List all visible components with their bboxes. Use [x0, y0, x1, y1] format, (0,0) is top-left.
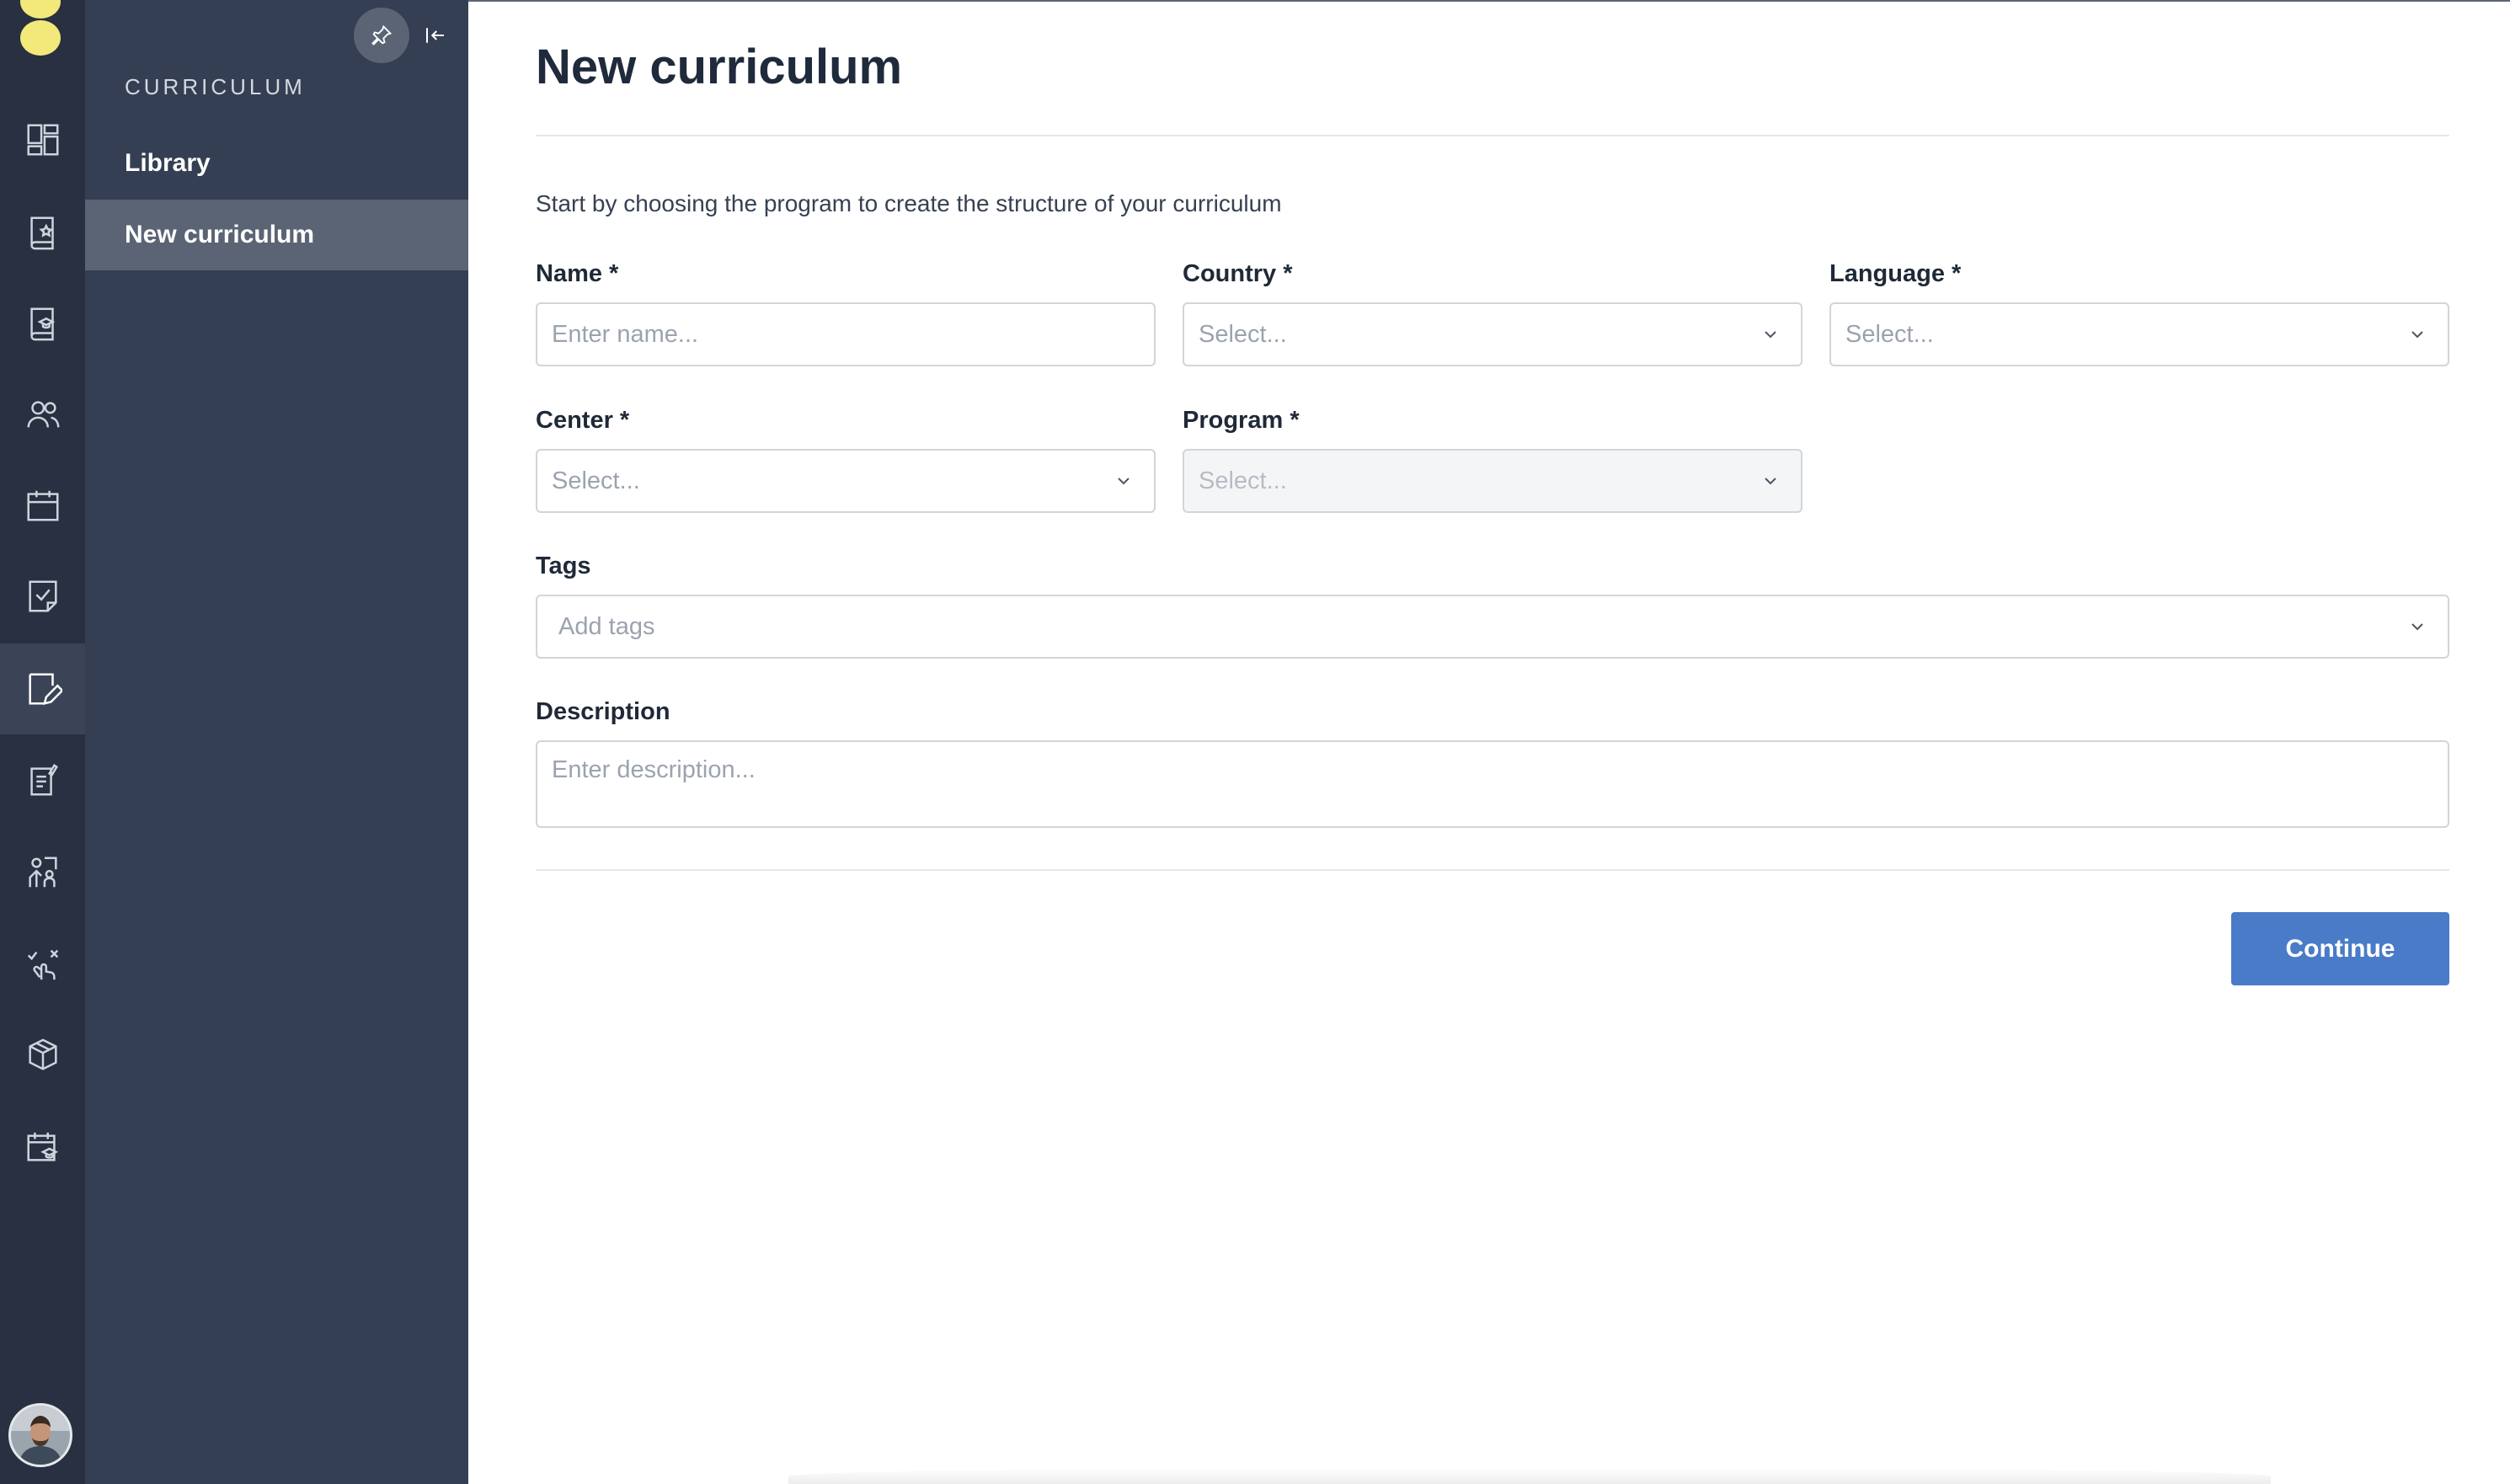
sidebar-item-new-curriculum[interactable]: New curriculum: [85, 200, 468, 270]
logo-icon[interactable]: [0, 0, 85, 59]
sidebar-item-library[interactable]: Library: [85, 128, 468, 199]
name-label: Name *: [536, 260, 619, 287]
group-learning-icon[interactable]: [0, 827, 85, 918]
collapse-sidebar-icon[interactable]: [419, 19, 452, 52]
book-star-icon[interactable]: [0, 187, 85, 278]
chevron-down-icon: [1765, 478, 1776, 485]
calendar-graduation-icon[interactable]: [0, 1102, 85, 1193]
curriculum-sidebar: CURRICULUM Library New curriculum: [85, 0, 468, 1484]
description-label: Description: [536, 698, 670, 725]
calendar-icon[interactable]: [0, 460, 85, 551]
pin-icon[interactable]: [354, 8, 409, 63]
center-select[interactable]: Select...: [536, 449, 1156, 513]
description-field[interactable]: [536, 740, 2449, 828]
bottom-shadow: [788, 1467, 2271, 1484]
dashboard-icon[interactable]: [0, 94, 85, 185]
chevron-down-icon: [1765, 331, 1776, 339]
continue-button[interactable]: Continue: [2231, 912, 2449, 985]
language-placeholder: Select...: [1845, 320, 1934, 348]
tags-label: Tags: [536, 552, 591, 579]
header-divider: [536, 135, 2449, 136]
program-label: Program *: [1183, 407, 1300, 434]
description-input[interactable]: [552, 756, 2448, 815]
checklist-icon[interactable]: [0, 551, 85, 642]
chevron-down-icon: [2411, 331, 2423, 339]
country-label: Country *: [1183, 260, 1293, 287]
tags-select[interactable]: Add tags: [536, 595, 2449, 659]
country-placeholder: Select...: [1199, 320, 1287, 348]
chevron-down-icon: [2411, 623, 2423, 631]
user-avatar[interactable]: [8, 1403, 72, 1467]
page-title: New curriculum: [536, 40, 903, 94]
country-select[interactable]: Select...: [1183, 302, 1802, 366]
center-placeholder: Select...: [552, 467, 640, 494]
name-input[interactable]: [552, 320, 1154, 349]
language-label: Language *: [1829, 260, 1962, 287]
program-placeholder: Select...: [1199, 467, 1287, 494]
language-select[interactable]: Select...: [1829, 302, 2449, 366]
name-field[interactable]: [536, 302, 1156, 366]
tags-placeholder: Add tags: [558, 612, 655, 640]
main-content: New curriculum Start by choosing the pro…: [468, 0, 2510, 1484]
sidebar-heading: CURRICULUM: [125, 74, 306, 99]
icon-rail: [0, 0, 85, 1484]
chevron-down-icon: [1118, 478, 1130, 485]
book-graduation-icon[interactable]: [0, 278, 85, 369]
form-divider: [536, 869, 2449, 871]
users-icon[interactable]: [0, 369, 85, 460]
edit-document-icon[interactable]: [0, 643, 85, 734]
program-select[interactable]: Select...: [1183, 449, 1802, 513]
center-label: Center *: [536, 407, 630, 434]
tap-gesture-icon[interactable]: [0, 918, 85, 1009]
intro-text: Start by choosing the program to create …: [536, 190, 1282, 216]
box-icon[interactable]: [0, 1009, 85, 1100]
edit-list-icon[interactable]: [0, 734, 85, 825]
